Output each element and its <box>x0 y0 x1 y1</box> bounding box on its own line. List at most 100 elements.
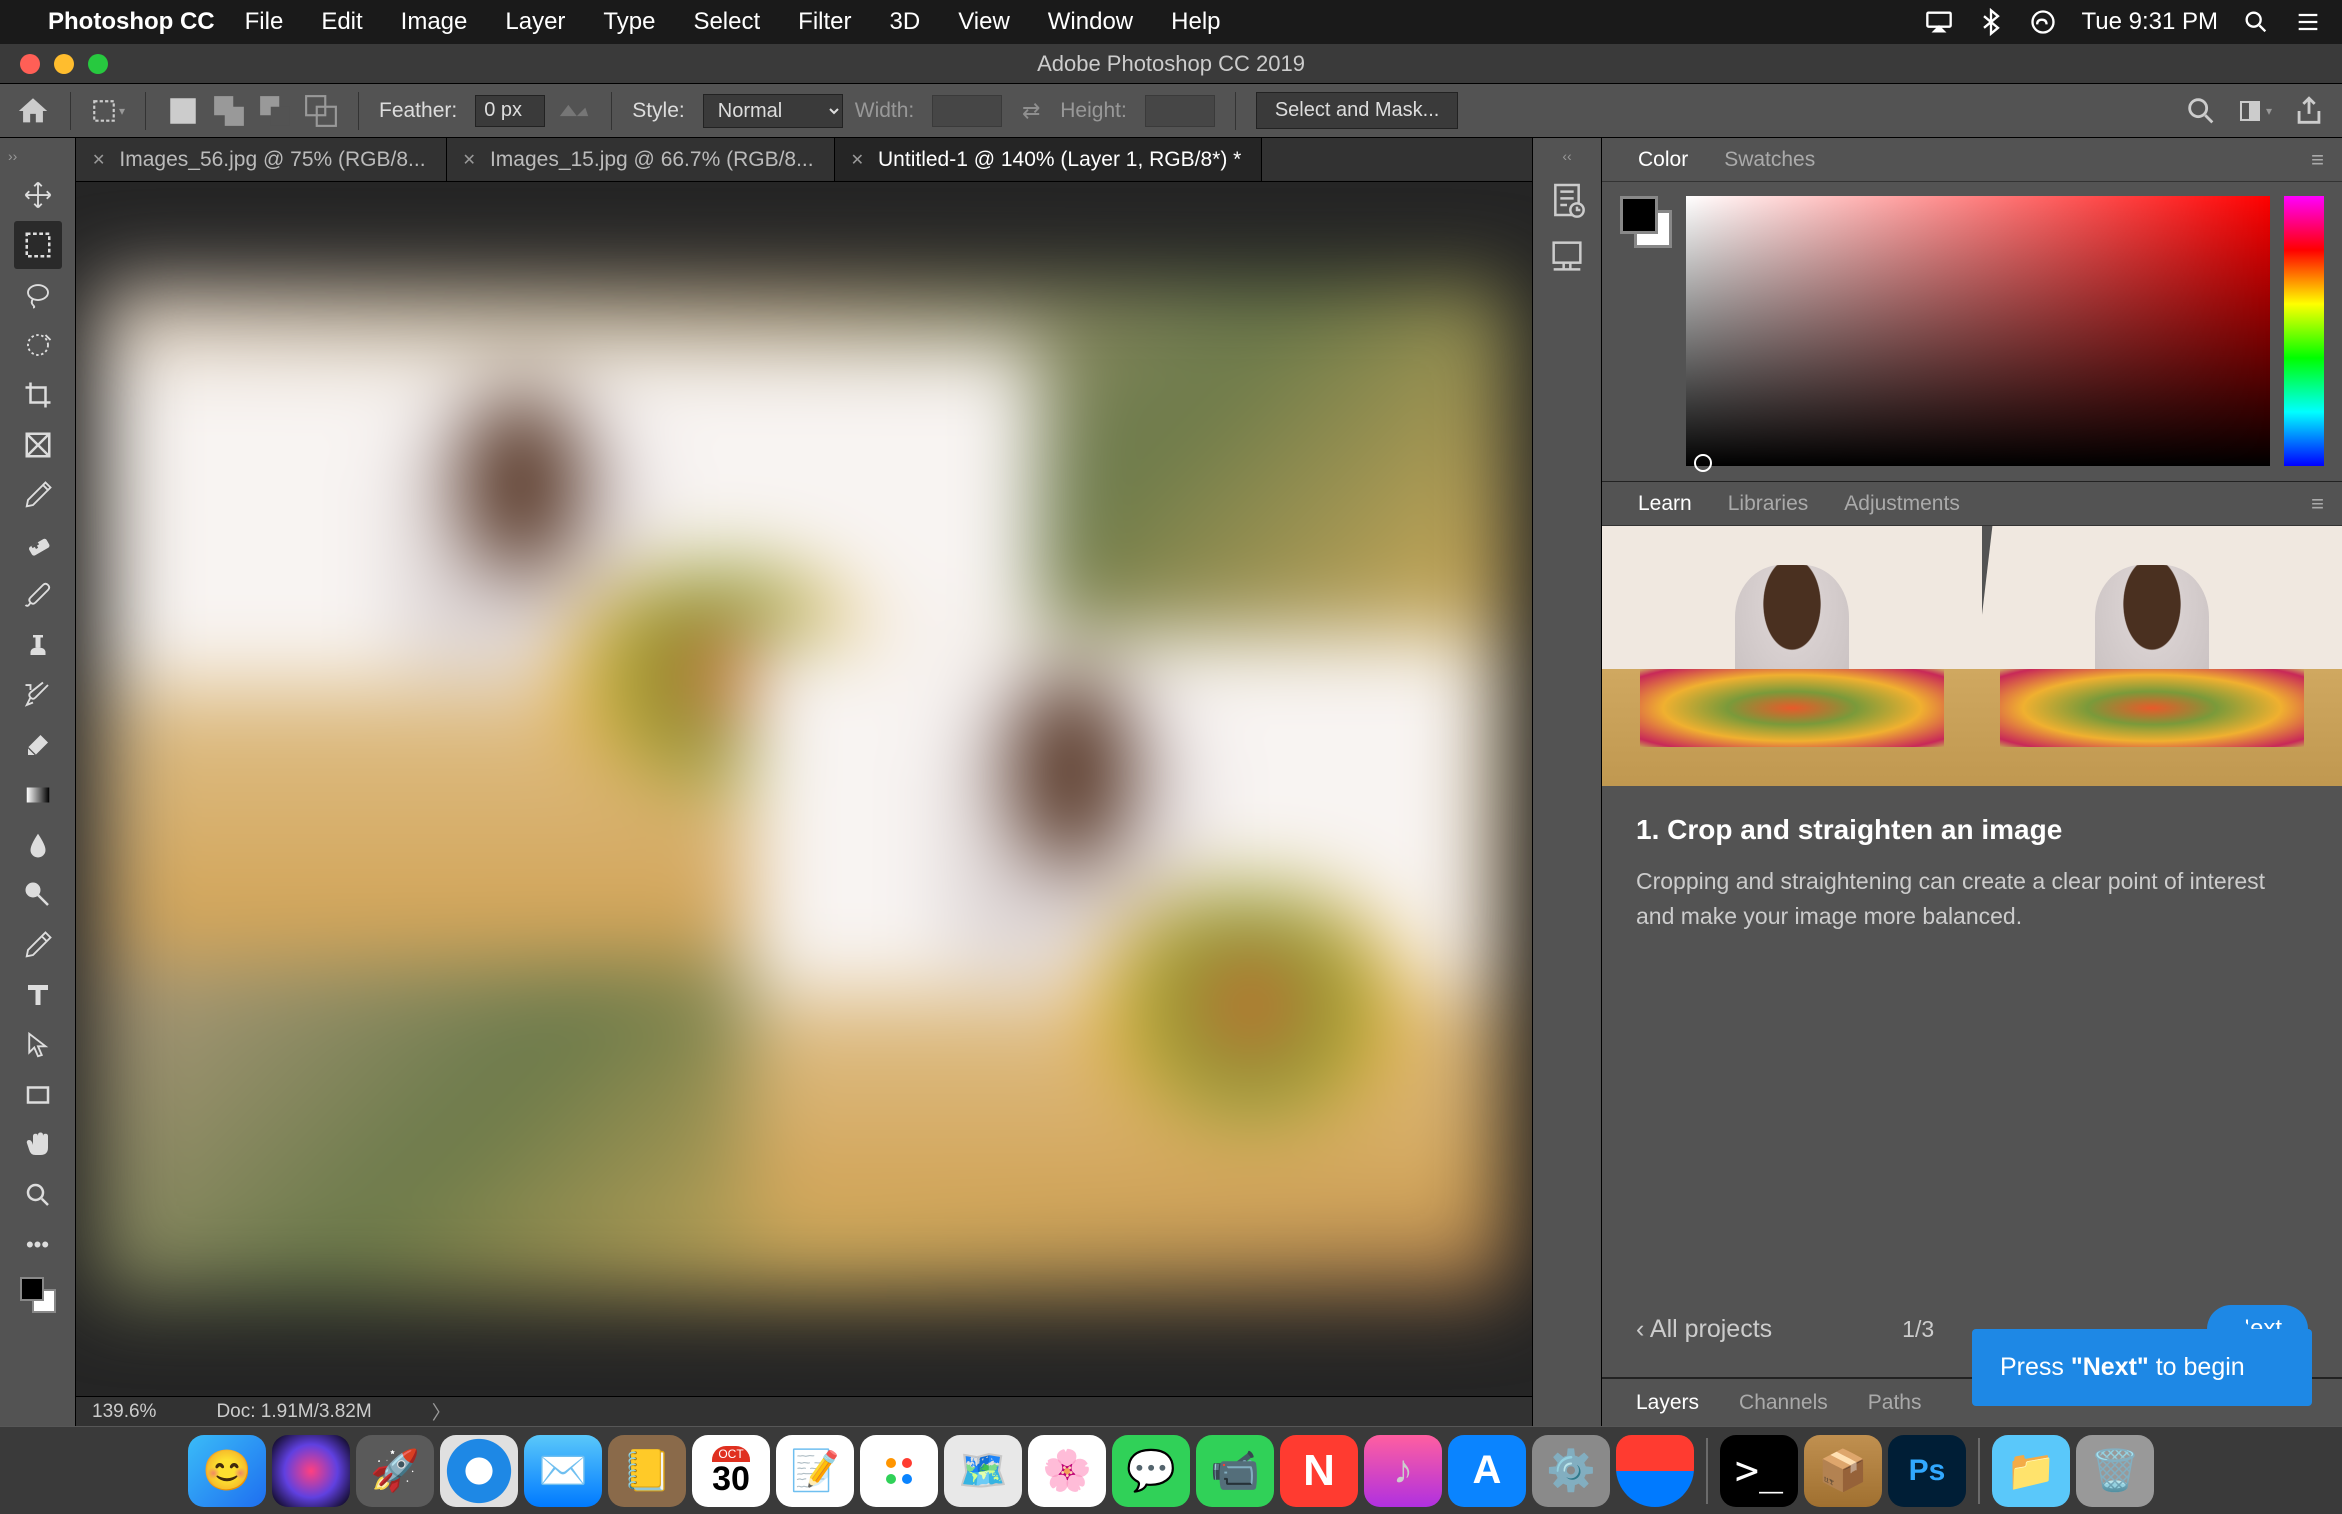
maximize-window-button[interactable] <box>88 54 108 74</box>
status-chevron-icon[interactable]: 〉 <box>432 1398 451 1425</box>
dock-reminders[interactable] <box>860 1435 938 1507</box>
tab-learn[interactable]: Learn <box>1620 482 1710 526</box>
lasso-tool[interactable] <box>14 271 62 319</box>
move-tool[interactable] <box>14 171 62 219</box>
panel-menu-icon[interactable]: ≡ <box>2311 147 2324 173</box>
minimize-window-button[interactable] <box>54 54 74 74</box>
menu-select[interactable]: Select <box>693 8 760 36</box>
app-name[interactable]: Photoshop CC <box>48 8 215 36</box>
dock-launchpad[interactable]: 🚀 <box>356 1435 434 1507</box>
color-fg-bg-swatch[interactable] <box>1620 196 1672 248</box>
share-icon[interactable] <box>2292 97 2326 125</box>
gradient-tool[interactable] <box>14 771 62 819</box>
crop-tool[interactable] <box>14 371 62 419</box>
add-selection-icon[interactable] <box>212 97 246 125</box>
dock-appstore[interactable]: A <box>1448 1435 1526 1507</box>
hue-slider[interactable] <box>2284 196 2324 466</box>
close-tab-icon[interactable]: ✕ <box>92 150 105 170</box>
menu-3d[interactable]: 3D <box>890 8 921 36</box>
dock-finder[interactable]: 😊 <box>188 1435 266 1507</box>
dock-siri[interactable] <box>272 1435 350 1507</box>
spotlight-icon[interactable] <box>2242 8 2270 36</box>
doc-tab-0[interactable]: ✕Images_56.jpg @ 75% (RGB/8... <box>76 138 447 181</box>
dock-calendar[interactable]: OCT30 <box>692 1435 770 1507</box>
dock-mail[interactable]: ✉️ <box>524 1435 602 1507</box>
style-select[interactable]: Normal <box>703 94 843 128</box>
dock-photos[interactable]: 🌸 <box>1028 1435 1106 1507</box>
tab-channels[interactable]: Channels <box>1719 1379 1848 1427</box>
collapse-panels-icon[interactable]: ‹‹ <box>1562 148 1571 164</box>
doc-tab-2[interactable]: ✕Untitled-1 @ 140% (Layer 1, RGB/8*) * <box>835 138 1263 181</box>
dock-maps[interactable]: 🗺️ <box>944 1435 1022 1507</box>
dock-app-1[interactable]: 📦 <box>1804 1435 1882 1507</box>
tab-swatches[interactable]: Swatches <box>1706 138 1833 182</box>
rectangle-tool[interactable] <box>14 1071 62 1119</box>
quick-selection-tool[interactable] <box>14 321 62 369</box>
menu-layer[interactable]: Layer <box>505 8 565 36</box>
dock-trash[interactable]: 🗑️ <box>2076 1435 2154 1507</box>
menu-window[interactable]: Window <box>1048 8 1133 36</box>
bluetooth-icon[interactable] <box>1977 8 2005 36</box>
foreground-background-colors[interactable] <box>14 1271 62 1319</box>
marquee-tool-icon[interactable]: ▾ <box>91 97 125 125</box>
dodge-tool[interactable] <box>14 871 62 919</box>
feather-input[interactable] <box>475 95 545 127</box>
close-window-button[interactable] <box>20 54 40 74</box>
clone-stamp-tool[interactable] <box>14 621 62 669</box>
select-and-mask-button[interactable]: Select and Mask... <box>1256 92 1459 129</box>
menu-filter[interactable]: Filter <box>798 8 851 36</box>
dock-news[interactable]: N <box>1280 1435 1358 1507</box>
healing-brush-tool[interactable] <box>14 521 62 569</box>
tab-libraries[interactable]: Libraries <box>1710 482 1827 526</box>
menu-edit[interactable]: Edit <box>321 8 362 36</box>
new-selection-icon[interactable] <box>166 97 200 125</box>
doc-tab-1[interactable]: ✕Images_15.jpg @ 66.7% (RGB/8... <box>447 138 835 181</box>
menu-type[interactable]: Type <box>603 8 655 36</box>
canvas[interactable] <box>76 182 1532 1396</box>
rectangular-marquee-tool[interactable] <box>14 221 62 269</box>
close-tab-icon[interactable]: ✕ <box>851 150 864 170</box>
menu-help[interactable]: Help <box>1171 8 1220 36</box>
subtract-selection-icon[interactable] <box>258 97 292 125</box>
eyedropper-tool[interactable] <box>14 471 62 519</box>
dock-facetime[interactable]: 📹 <box>1196 1435 1274 1507</box>
dock-contacts[interactable]: 📒 <box>608 1435 686 1507</box>
frame-tool[interactable] <box>14 421 62 469</box>
foreground-color-swatch[interactable] <box>1620 196 1658 234</box>
tab-adjustments[interactable]: Adjustments <box>1826 482 1978 526</box>
dock-music[interactable]: ♪ <box>1364 1435 1442 1507</box>
menu-image[interactable]: Image <box>401 8 468 36</box>
zoom-level[interactable]: 139.6% <box>92 1401 156 1423</box>
workspace-switcher-icon[interactable]: ▾ <box>2238 97 2272 125</box>
dock-magnet[interactable] <box>1616 1435 1694 1507</box>
home-button[interactable] <box>16 97 50 125</box>
color-field[interactable] <box>1686 196 2270 466</box>
blur-tool[interactable] <box>14 821 62 869</box>
doc-size[interactable]: Doc: 1.91M/3.82M <box>216 1401 371 1423</box>
dock-downloads[interactable]: 📁 <box>1992 1435 2070 1507</box>
edit-toolbar-icon[interactable]: ••• <box>14 1221 62 1269</box>
brush-tool[interactable] <box>14 571 62 619</box>
device-preview-icon[interactable] <box>1547 236 1587 276</box>
pen-tool[interactable] <box>14 921 62 969</box>
dock-photoshop[interactable]: Ps <box>1888 1435 1966 1507</box>
tab-paths[interactable]: Paths <box>1848 1379 1942 1427</box>
search-icon[interactable] <box>2184 97 2218 125</box>
dock-safari[interactable] <box>440 1435 518 1507</box>
panel-menu-icon[interactable]: ≡ <box>2311 491 2324 517</box>
menu-file[interactable]: File <box>245 8 284 36</box>
all-projects-link[interactable]: ‹ All projects <box>1636 1315 1772 1344</box>
creative-cloud-icon[interactable] <box>2029 8 2057 36</box>
dock-messages[interactable]: 💬 <box>1112 1435 1190 1507</box>
hand-tool[interactable] <box>14 1121 62 1169</box>
path-selection-tool[interactable] <box>14 1021 62 1069</box>
history-panel-icon[interactable] <box>1547 180 1587 220</box>
history-brush-tool[interactable] <box>14 671 62 719</box>
eraser-tool[interactable] <box>14 721 62 769</box>
menubar-clock[interactable]: Tue 9:31 PM <box>2081 8 2218 36</box>
dock-terminal[interactable]: >_ <box>1720 1435 1798 1507</box>
menu-view[interactable]: View <box>958 8 1010 36</box>
dock-notes[interactable]: 📝 <box>776 1435 854 1507</box>
dock-system-preferences[interactable]: ⚙️ <box>1532 1435 1610 1507</box>
expand-tools-icon[interactable]: ›› <box>0 148 17 164</box>
